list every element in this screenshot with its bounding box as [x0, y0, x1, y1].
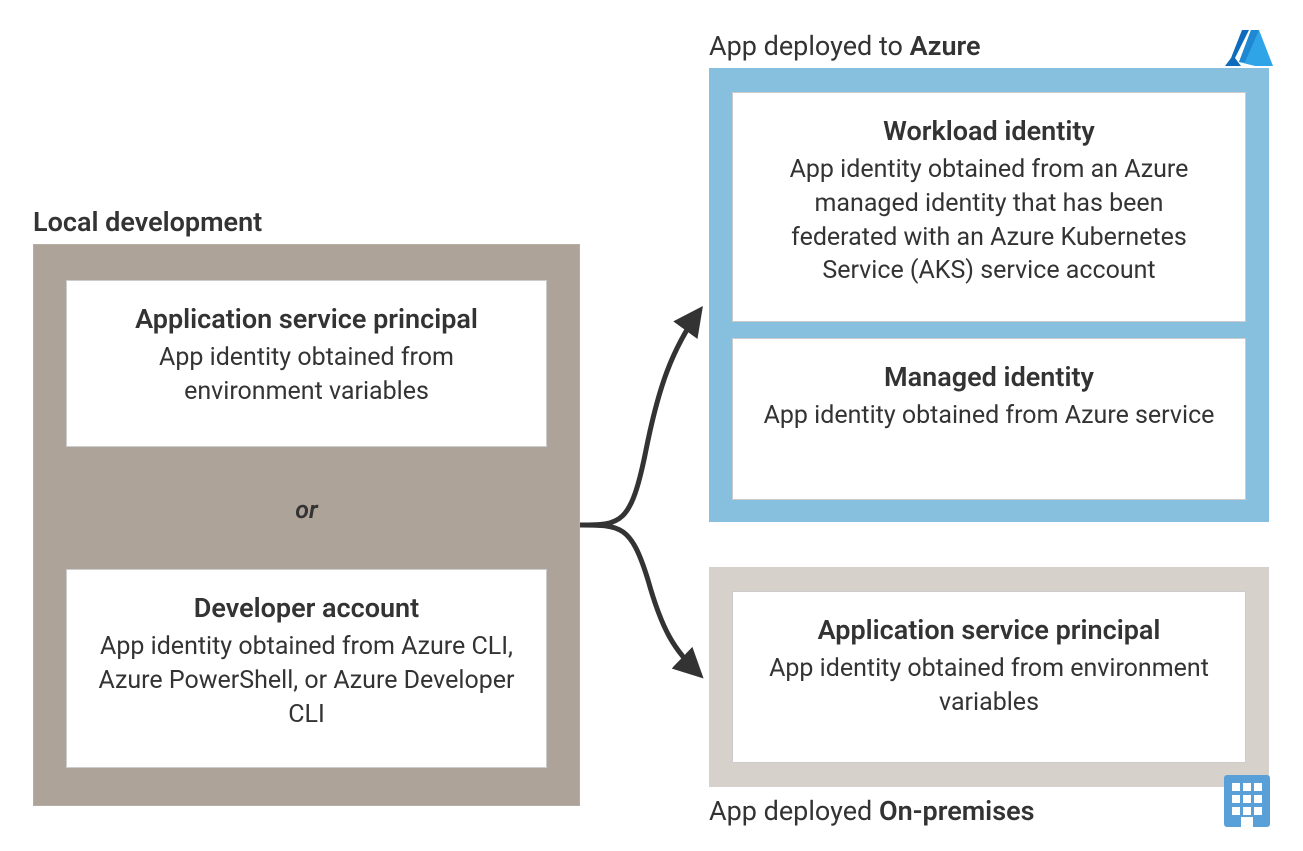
card-desc: App identity obtained from Azure service	[761, 399, 1217, 433]
branch-arrow-icon	[576, 270, 716, 694]
card-desc: App identity obtained from environment v…	[761, 652, 1217, 720]
card-desc: App identity obtained from environment v…	[95, 341, 518, 409]
local-development-heading-text: Local development	[33, 206, 262, 238]
card-desc: App identity obtained from Azure CLI, Az…	[95, 630, 518, 731]
azure-logo-icon	[1225, 28, 1273, 72]
local-development-heading: Local development	[33, 206, 262, 238]
card-title: Managed identity	[761, 361, 1217, 393]
building-icon	[1222, 773, 1272, 833]
card-developer-account: Developer account App identity obtained …	[66, 569, 547, 768]
diagram-canvas: Local development Application service pr…	[0, 0, 1303, 851]
card-title: Application service principal	[761, 614, 1217, 646]
card-managed-identity: Managed identity App identity obtained f…	[732, 338, 1246, 500]
card-workload-identity: Workload identity App identity obtained …	[732, 92, 1246, 322]
azure-heading-prefix: App deployed to	[709, 30, 910, 62]
onprem-heading: App deployed On-premises	[709, 795, 1035, 827]
card-title: Workload identity	[761, 115, 1217, 147]
card-desc: App identity obtained from an Azure mana…	[761, 153, 1217, 288]
card-application-service-principal-onprem: Application service principal App identi…	[732, 591, 1246, 763]
card-title: Developer account	[95, 592, 518, 624]
azure-heading-bold: Azure	[910, 30, 981, 62]
card-title: Application service principal	[95, 303, 518, 335]
azure-heading: App deployed to Azure	[709, 30, 981, 62]
card-application-service-principal-local: Application service principal App identi…	[66, 280, 547, 447]
local-or-label: or	[33, 496, 580, 525]
onprem-heading-prefix: App deployed	[709, 795, 879, 827]
onprem-heading-bold: On-premises	[879, 795, 1035, 827]
